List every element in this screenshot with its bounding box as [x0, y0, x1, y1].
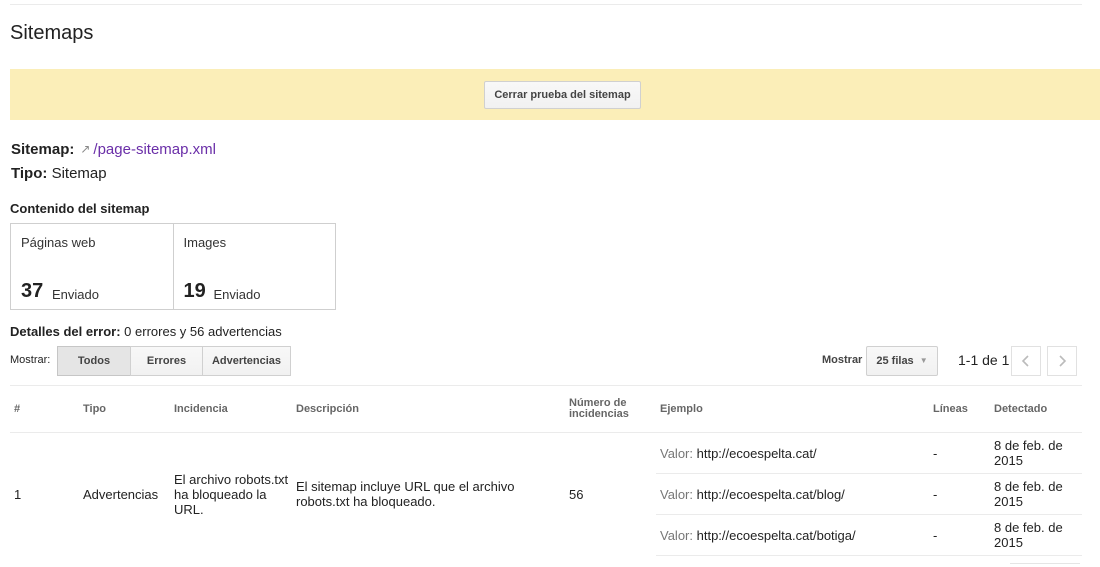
issues-table: # Tipo Incidencia Descripción Número de … — [10, 385, 1082, 556]
error-details: Detalles del error: 0 errores y 56 adver… — [10, 324, 282, 339]
stat-value: 19 — [183, 280, 206, 302]
stat-images: Images 19 Enviado — [172, 224, 336, 309]
type-line: Tipo: Sitemap — [11, 165, 107, 182]
filter-warnings-button[interactable]: Advertencias — [202, 346, 291, 376]
row-type: Advertencias — [83, 486, 159, 502]
close-sitemap-test-button[interactable]: Cerrar prueba del sitemap — [484, 81, 641, 109]
example-detected: 8 de feb. de 2015 — [990, 473, 1082, 515]
column-header: Ejemplo — [656, 385, 929, 433]
column-header: Tipo — [79, 385, 170, 433]
chevron-right-icon — [1059, 355, 1067, 367]
rows-value: 25 filas — [876, 355, 914, 367]
example-lines: - — [929, 432, 990, 474]
stat-label: Páginas web — [21, 235, 96, 250]
chevron-left-icon — [1021, 355, 1029, 367]
example-cell[interactable]: Valor: http://ecoespelta.cat/blog/ — [656, 473, 929, 515]
filter-errors-button[interactable]: Errores — [130, 346, 203, 376]
row-index: 1 — [14, 486, 22, 502]
example-lines: - — [929, 514, 990, 556]
type-label: Tipo: — [11, 165, 48, 182]
column-header: # — [10, 385, 79, 433]
top-divider — [10, 4, 1082, 5]
pagination-range: 1-1 de 1 — [958, 352, 1010, 368]
column-header: Número de incidencias — [565, 385, 656, 433]
row-issue: El archivo robots.txt ha bloqueado la UR… — [174, 471, 289, 517]
column-header: Detectado — [990, 385, 1082, 433]
example-key: Valor: — [660, 445, 693, 461]
sitemap-link[interactable]: /page-sitemap.xml — [93, 141, 216, 158]
bottom-divider — [1010, 563, 1080, 564]
example-key: Valor: — [660, 527, 693, 543]
content-stats: Páginas web 37 Enviado Images 19 Enviado — [10, 223, 336, 310]
rows-label: Mostrar — [822, 354, 863, 366]
row-description: El sitemap incluye URL que el archivo ro… — [296, 479, 515, 510]
filter-all-button[interactable]: Todos — [57, 346, 131, 376]
example-key: Valor: — [660, 486, 693, 502]
stat-web-pages: Páginas web 37 Enviado — [11, 224, 173, 309]
external-link-icon[interactable]: ↗ — [80, 142, 90, 156]
example-cell[interactable]: Valor: http://ecoespelta.cat/ — [656, 432, 929, 474]
stat-unit: Enviado — [52, 287, 99, 302]
stat-value: 37 — [21, 280, 44, 302]
type-value: Sitemap — [51, 165, 107, 182]
table-row[interactable]: 1 Advertencias El archivo robots.txt ha … — [10, 432, 1082, 517]
error-summary: 0 errores y 56 advertencias — [124, 324, 282, 339]
next-page-button[interactable] — [1047, 346, 1077, 376]
sitemap-label: Sitemap: — [11, 141, 75, 158]
example-detected: 8 de feb. de 2015 — [990, 514, 1082, 556]
stat-label: Images — [183, 235, 227, 250]
row-count: 56 — [569, 486, 584, 502]
content-section-title: Contenido del sitemap — [10, 201, 150, 216]
stat-unit: Enviado — [213, 287, 261, 302]
table-header-row: # Tipo Incidencia Descripción Número de … — [10, 385, 1082, 433]
rows-per-page-select[interactable]: 25 filas ▼ — [866, 346, 938, 376]
filter-group: Todos Errores Advertencias — [57, 346, 291, 376]
example-url[interactable]: http://ecoespelta.cat/blog/ — [697, 487, 845, 502]
page-title: Sitemaps — [10, 22, 94, 44]
error-details-label: Detalles del error: — [10, 324, 121, 339]
example-url[interactable]: http://ecoespelta.cat/ — [697, 446, 817, 461]
filter-label: Mostrar: — [10, 354, 51, 366]
sitemap-line: Sitemap: ↗/page-sitemap.xml — [11, 141, 216, 158]
column-header: Líneas — [929, 385, 990, 433]
example-cell[interactable]: Valor: http://ecoespelta.cat/botiga/ — [656, 514, 929, 556]
chevron-down-icon: ▼ — [919, 356, 928, 365]
column-header: Incidencia — [170, 385, 292, 433]
example-lines: - — [929, 473, 990, 515]
previous-page-button[interactable] — [1011, 346, 1041, 376]
example-url[interactable]: http://ecoespelta.cat/botiga/ — [697, 528, 856, 543]
example-detected: 8 de feb. de 2015 — [990, 432, 1082, 474]
column-header: Descripción — [292, 385, 565, 433]
